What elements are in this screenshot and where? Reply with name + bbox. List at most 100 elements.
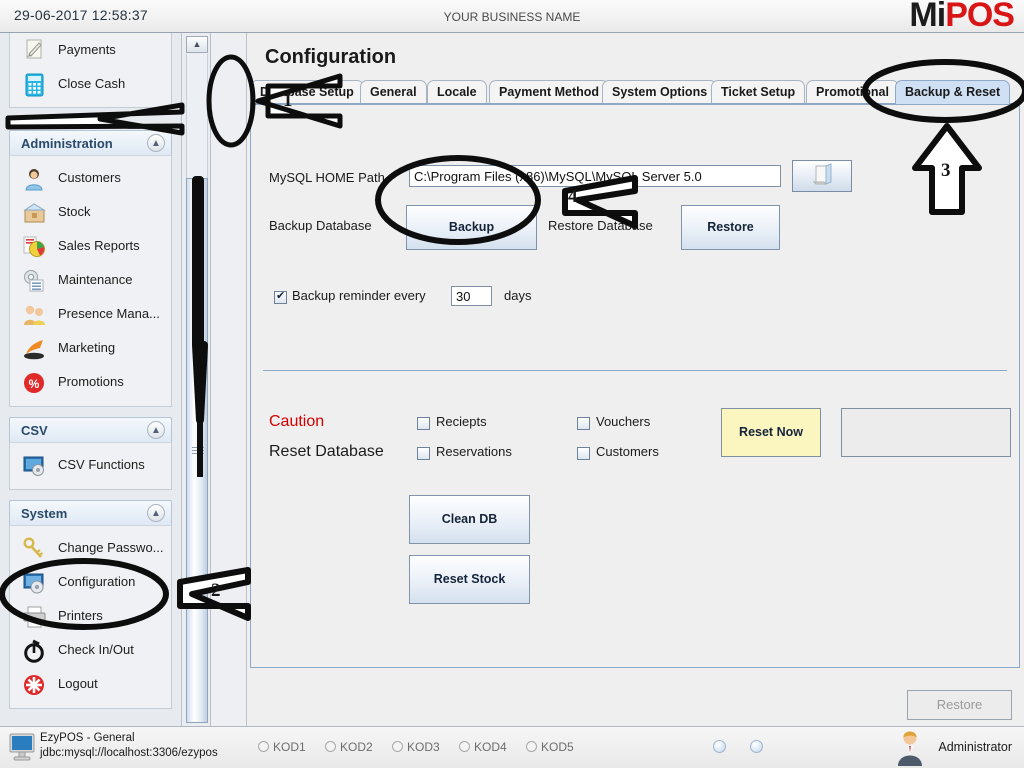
top-header-bar: 29-06-2017 12:58:37 YOUR BUSINESS NAME M… bbox=[0, 0, 1024, 34]
tab-system-options[interactable]: System Options bbox=[602, 80, 718, 104]
sidebar-item-change-password[interactable]: Change Passwo... bbox=[10, 531, 171, 565]
kod-indicator-4[interactable]: KOD4 bbox=[459, 740, 507, 754]
sales-report-chart-icon bbox=[22, 235, 48, 259]
sidebar-item-close-cash[interactable]: Close Cash bbox=[10, 67, 171, 101]
tab-database-setup[interactable]: Database Setup bbox=[250, 80, 364, 104]
reset-stock-button[interactable]: Reset Stock bbox=[409, 555, 530, 604]
backup-button[interactable]: Backup bbox=[406, 205, 537, 250]
reset-output-field[interactable] bbox=[841, 408, 1011, 457]
annotation-number-1: 1 bbox=[283, 90, 293, 111]
sidebar-item-presence-management[interactable]: Presence Mana... bbox=[10, 297, 171, 331]
scrollbar-thumb[interactable] bbox=[186, 178, 208, 723]
sidebar-item-label: Maintenance bbox=[58, 272, 133, 287]
restore-button[interactable]: Restore bbox=[681, 205, 780, 250]
sidebar-group-administration: Administration ▲ Customers Stock Sales R… bbox=[9, 130, 172, 407]
sidebar-item-label: Presence Mana... bbox=[58, 306, 160, 321]
backup-reminder-days-input[interactable]: 30 bbox=[451, 286, 492, 306]
sidebar-group-system: System ▲ Change Passwo... Configuration … bbox=[9, 500, 172, 709]
logout-red-icon bbox=[22, 673, 48, 697]
sidebar-group-body-administration: Customers Stock Sales Reports Maintenanc… bbox=[9, 155, 172, 407]
tab-locale[interactable]: Locale bbox=[427, 80, 487, 104]
kod-label: KOD2 bbox=[340, 740, 373, 754]
sidebar-item-csv-functions[interactable]: CSV Functions bbox=[10, 448, 171, 482]
annotation-number-3: 3 bbox=[941, 160, 951, 181]
backup-reminder-days-suffix: days bbox=[504, 288, 532, 303]
current-user-label: Administrator bbox=[938, 740, 1012, 754]
annotation-number-2: 2 bbox=[211, 580, 221, 601]
sidebar-group-header-system[interactable]: System ▲ bbox=[9, 500, 172, 525]
sidebar-group-header-administration[interactable]: Administration ▲ bbox=[9, 130, 172, 155]
panel-splitter[interactable]: < bbox=[212, 33, 457, 726]
sidebar-group-body-system: Change Passwo... Configuration Printers … bbox=[9, 525, 172, 709]
sidebar-group-body-csv: CSV Functions bbox=[9, 442, 172, 490]
caution-label: Caution bbox=[269, 413, 325, 430]
sidebar-scrollbar[interactable]: ▲ ▼ bbox=[183, 33, 211, 726]
customer-person-icon bbox=[22, 167, 48, 191]
sidebar-group-header-csv[interactable]: CSV ▲ bbox=[9, 417, 172, 442]
sidebar-item-stock[interactable]: Stock bbox=[10, 195, 171, 229]
status-app-name: EzyPOS - General bbox=[40, 732, 135, 744]
kod-indicator-3[interactable]: KOD3 bbox=[392, 740, 440, 754]
sidebar-item-label: Promotions bbox=[58, 374, 124, 389]
tab-general[interactable]: General bbox=[360, 80, 427, 104]
sidebar-item-label: Printers bbox=[58, 608, 103, 623]
chevron-up-double-icon[interactable]: ▲ bbox=[147, 421, 165, 439]
kod-indicator-5[interactable]: KOD5 bbox=[526, 740, 574, 754]
logo-pos-text: POS bbox=[945, 0, 1015, 34]
svg-text:%: % bbox=[29, 377, 40, 391]
chevron-up-double-icon[interactable]: ▲ bbox=[147, 134, 165, 152]
tab-backup-and-reset[interactable]: Backup & Reset bbox=[895, 80, 1011, 104]
panel-bottom-restore-button[interactable]: Restore bbox=[907, 690, 1012, 720]
checkbox-label-reciepts: Reciepts bbox=[436, 414, 487, 429]
browse-folder-button[interactable] bbox=[792, 160, 852, 192]
maintenance-gear-icon bbox=[22, 269, 48, 293]
sidebar-item-marketing[interactable]: Marketing bbox=[10, 331, 171, 365]
reset-database-label: Reset Database bbox=[269, 443, 384, 460]
tab-promotional[interactable]: Promotional bbox=[806, 80, 899, 104]
clean-db-button[interactable]: Clean DB bbox=[409, 495, 530, 544]
backup-and-reset-panel: MySQL HOME Path C:\Program Files (x86)\M… bbox=[250, 105, 1020, 668]
scroll-up-button[interactable]: ▲ bbox=[186, 36, 208, 53]
chevron-up-double-icon[interactable]: ▲ bbox=[147, 504, 165, 522]
sidebar-item-payments[interactable]: Payments bbox=[10, 33, 171, 67]
checkbox-label-reservations: Reservations bbox=[436, 444, 512, 459]
reset-now-button[interactable]: Reset Now bbox=[721, 408, 821, 457]
sidebar-item-sales-reports[interactable]: Sales Reports bbox=[10, 229, 171, 263]
printer-icon bbox=[22, 605, 48, 629]
sidebar-item-customers[interactable]: Customers bbox=[10, 161, 171, 195]
kod-label: KOD4 bbox=[474, 740, 507, 754]
mysql-home-path-input[interactable]: C:\Program Files (x86)\MySQL\MySQL Serve… bbox=[409, 165, 781, 187]
sidebar-item-check-in-out[interactable]: Check In/Out bbox=[10, 633, 171, 667]
presence-people-icon bbox=[22, 303, 48, 327]
kod-indicator-1[interactable]: KOD1 bbox=[258, 740, 306, 754]
scrollbar-grip-icon bbox=[192, 446, 204, 455]
checkbox-vouchers[interactable] bbox=[577, 417, 590, 430]
sidebar-item-label: Logout bbox=[58, 676, 98, 691]
kod-radio-icon bbox=[392, 741, 403, 752]
sidebar-item-maintenance[interactable]: Maintenance bbox=[10, 263, 171, 297]
kod-label: KOD1 bbox=[273, 740, 306, 754]
checkbox-reciepts[interactable] bbox=[417, 417, 430, 430]
sidebar-item-promotions[interactable]: % Promotions bbox=[10, 365, 171, 399]
tab-payment-method[interactable]: Payment Method bbox=[489, 80, 610, 104]
kod-indicator-2[interactable]: KOD2 bbox=[325, 740, 373, 754]
checkbox-label-vouchers: Vouchers bbox=[596, 414, 651, 429]
backup-reminder-checkbox[interactable] bbox=[274, 289, 287, 304]
pen-document-icon bbox=[22, 39, 48, 63]
sidebar-item-printers[interactable]: Printers bbox=[10, 599, 171, 633]
application-window: 29-06-2017 12:58:37 YOUR BUSINESS NAME M… bbox=[0, 0, 1024, 768]
tab-ticket-setup[interactable]: Ticket Setup bbox=[711, 80, 806, 104]
stopwatch-icon bbox=[22, 639, 48, 663]
checkbox-label-customers: Customers bbox=[596, 444, 659, 459]
kod-label: KOD5 bbox=[541, 740, 574, 754]
checkbox-customers[interactable] bbox=[577, 447, 590, 460]
kod-radio-icon bbox=[325, 741, 336, 752]
page-title: Configuration bbox=[265, 46, 397, 68]
backup-database-label: Backup Database bbox=[269, 218, 372, 233]
sidebar-item-label: Configuration bbox=[58, 574, 136, 589]
sidebar-item-label: Stock bbox=[58, 204, 91, 219]
sidebar-item-logout[interactable]: Logout bbox=[10, 667, 171, 701]
status-bar: EzyPOS - General jdbc:mysql://localhost:… bbox=[0, 726, 1024, 768]
checkbox-reservations[interactable] bbox=[417, 447, 430, 460]
sidebar-item-configuration[interactable]: Configuration bbox=[10, 565, 171, 599]
